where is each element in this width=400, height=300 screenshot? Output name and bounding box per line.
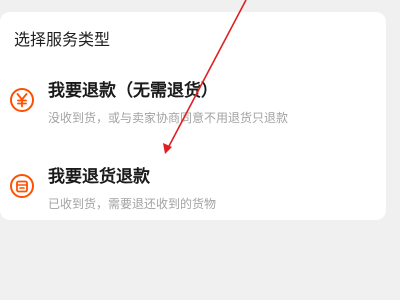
- option-description: 已收到货，需要退还收到的货物: [48, 197, 217, 211]
- yen-coin-icon: [8, 86, 36, 114]
- return-and-refund-option[interactable]: 我要退货退款 已收到货，需要退还收到的货物: [0, 160, 386, 224]
- refund-only-option[interactable]: 我要退款（无需退货） 没收到货，或与卖家协商同意不用退货只退款: [0, 74, 386, 138]
- package-return-icon: [8, 172, 36, 200]
- option-title: 我要退款（无需退货）: [48, 81, 218, 101]
- option-description: 没收到货，或与卖家协商同意不用退货只退款: [48, 111, 289, 125]
- section-title: 选择服务类型: [14, 30, 111, 49]
- option-title: 我要退货退款: [48, 167, 150, 187]
- service-type-card: 选择服务类型 我要退款（无需退货） 没收到货，或与卖家协商同意不用退货只退款 我…: [0, 12, 386, 220]
